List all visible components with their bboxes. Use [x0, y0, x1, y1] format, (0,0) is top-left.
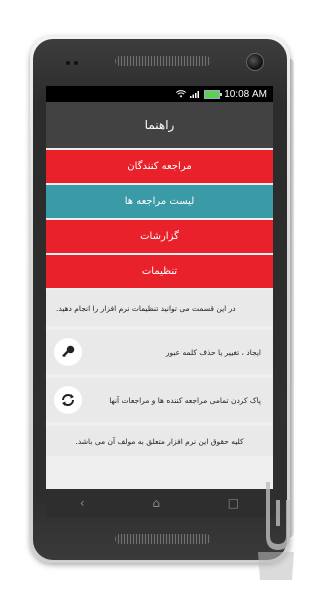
key-icon — [54, 338, 82, 366]
app-screen: 10:08 AM راهنما مراجعه کنندگان لیست مراج… — [46, 86, 273, 489]
status-time: 10:08 AM — [224, 88, 267, 100]
back-icon[interactable]: ‹ — [80, 496, 85, 510]
password-action-row[interactable]: ایجاد ، تغییر یا حذف کلمه عبور — [46, 330, 273, 374]
app-header: راهنما — [46, 102, 273, 148]
menu-item-label: لیست مراجعه ها — [124, 196, 195, 207]
settings-info-card: در این قسمت می توانید تنظیمات نرم افزار … — [46, 290, 273, 326]
clear-data-action-row[interactable]: پاک کردن تمامی مراجعه کننده ها و مراجعات… — [46, 378, 273, 422]
info-text: در این قسمت می توانید تنظیمات نرم افزار … — [56, 303, 236, 313]
signal-icon — [190, 91, 200, 98]
refresh-icon — [54, 386, 82, 414]
bottom-speaker-grille — [115, 534, 211, 544]
wifi-icon — [176, 90, 187, 98]
status-bar: 10:08 AM — [46, 86, 273, 102]
password-action-text: ایجاد ، تغییر یا حذف کلمه عبور — [165, 347, 261, 357]
home-icon[interactable]: ⌂ — [152, 496, 160, 510]
menu-item-label: گزارشات — [140, 231, 179, 242]
clear-data-action-text: پاک کردن تمامی مراجعه کننده ها و مراجعات… — [109, 395, 261, 405]
top-speaker-grille — [115, 56, 211, 66]
copyright-card: کلیه حقوق این نرم افزار متعلق به مولف آن… — [46, 426, 273, 456]
menu-item-settings[interactable]: تنظیمات — [46, 255, 273, 288]
android-nav-bar: ‹ ⌂ □ — [46, 489, 273, 517]
battery-icon — [204, 89, 223, 99]
recent-apps-icon[interactable]: □ — [228, 496, 239, 510]
sensor-dots — [66, 61, 80, 65]
menu-item-visitors[interactable]: مراجعه کنندگان — [46, 150, 273, 183]
page-title: راهنما — [144, 118, 175, 132]
menu-item-label: مراجعه کنندگان — [127, 161, 192, 172]
menu-item-visit-list[interactable]: لیست مراجعه ها — [46, 185, 273, 218]
copyright-text: کلیه حقوق این نرم افزار متعلق به مولف آن… — [75, 436, 244, 446]
menu-item-reports[interactable]: گزارشات — [46, 220, 273, 253]
menu-item-label: تنظیمات — [141, 266, 178, 277]
store-logo-watermark — [258, 482, 294, 580]
front-camera — [246, 53, 264, 71]
